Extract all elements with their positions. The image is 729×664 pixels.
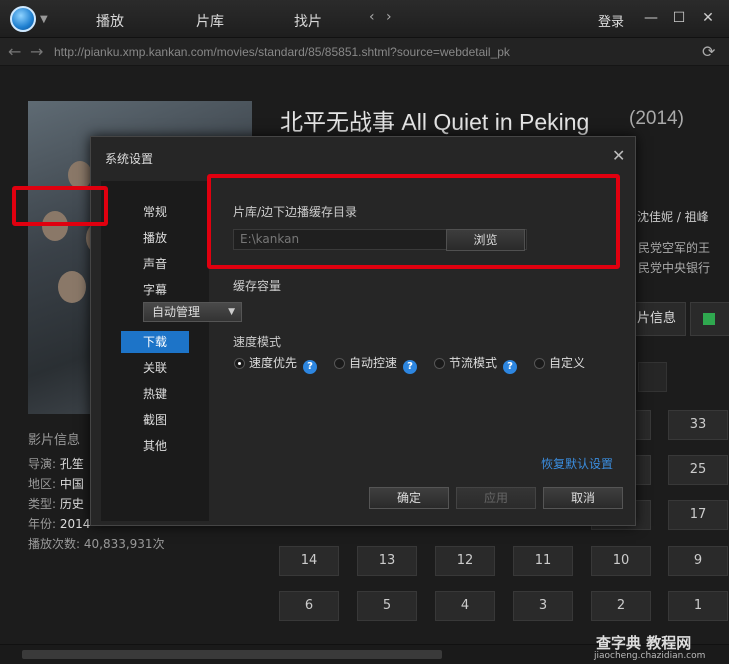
info-heading: 影片信息 [28,433,81,448]
sidebar-item-other[interactable]: 其他 [101,435,209,457]
speed-mode-label: 速度模式 [233,335,282,349]
sidebar-item-subtitles[interactable]: 字幕 [101,279,209,301]
back-arrow-icon[interactable]: ← [8,42,21,61]
cast-text: 沈佳妮 / 祖峰 [637,210,709,224]
radio-speed-first[interactable]: 速度优先? [234,354,318,374]
title-bar: ▼ 播放 片库 找片 ‹ › 登录 — ☐ ✕ [0,0,729,38]
radio-dot[interactable] [534,358,545,369]
history-forward-icon[interactable]: › [386,9,392,25]
forward-arrow-icon[interactable]: → [30,42,43,61]
episode-button[interactable]: 9 [668,546,728,576]
minimize-icon[interactable]: — [642,9,660,27]
dropdown-caret-icon: ▼ [228,307,235,317]
episode-button[interactable]: 11 [513,546,573,576]
sidebar-item-screenshot[interactable]: 截图 [101,409,209,431]
plot-line: 民党中央银行 [638,261,711,275]
episode-button[interactable]: 5 [357,591,417,621]
scrollbar-thumb[interactable] [22,650,442,659]
history-back-icon[interactable]: ‹ [369,9,375,25]
nav-play[interactable]: 播放 [96,11,124,31]
capacity-select[interactable]: 自动管理 ▼ [143,302,242,322]
radio-dot[interactable] [434,358,445,369]
address-bar: ← → http://pianku.xmp.kankan.com/movies/… [0,38,729,66]
help-icon[interactable]: ? [503,360,518,374]
help-icon[interactable]: ? [303,360,318,374]
menu-caret-icon[interactable]: ▼ [40,14,48,25]
meta-region: 地区: 中国 [28,477,84,491]
radio-auto-speed[interactable]: 自动控速? [334,354,418,374]
nav-library[interactable]: 片库 [196,11,224,31]
sidebar-item-hotkeys[interactable]: 热键 [101,383,209,405]
episode-button[interactable]: 1 [668,591,728,621]
dialog-title: 系统设置 [105,152,154,166]
episode-button[interactable]: 12 [435,546,495,576]
episode-button[interactable]: 14 [279,546,339,576]
episode-button[interactable]: 3 [513,591,573,621]
meta-year: 年份: 2014 [28,517,91,531]
cancel-button[interactable]: 取消 [543,487,623,509]
radio-custom[interactable]: 自定义 [534,354,585,370]
sidebar-item-playback[interactable]: 播放 [101,227,209,249]
radio-throttle[interactable]: 节流模式? [434,354,518,374]
episode-button[interactable]: 6 [279,591,339,621]
play-count: 播放次数: 40,833,931次 [28,537,165,551]
login-link[interactable]: 登录 [598,11,624,30]
sidebar-item-sound[interactable]: 声音 [101,253,209,275]
sidebar-item-download[interactable]: 下载 [121,331,189,353]
sidebar-item-general[interactable]: 常规 [101,201,209,223]
episode-button[interactable]: 13 [357,546,417,576]
settings-sidebar: 常规 播放 声音 字幕 画面 下载 关联 热键 截图 其他 [101,181,209,521]
tab-strip [638,362,667,392]
address-url[interactable]: http://pianku.xmp.kankan.com/movies/stan… [54,45,510,59]
green-square-icon [703,313,715,325]
capacity-label: 缓存容量 [233,279,282,293]
highlight-box-cache-dir [207,174,620,269]
close-icon[interactable]: ✕ [699,9,717,27]
green-action-button[interactable] [690,302,729,336]
ok-button[interactable]: 确定 [369,487,449,509]
episode-button[interactable]: 2 [591,591,651,621]
nav-find[interactable]: 找片 [294,11,322,31]
watermark: 查字典 教程网 jiaocheng.chazidian.com [594,634,706,661]
maximize-icon[interactable]: ☐ [670,9,688,27]
help-icon[interactable]: ? [403,360,418,374]
meta-genre: 类型: 历史 [28,497,84,511]
radio-dot[interactable] [334,358,345,369]
plot-line: 民党空军的王 [638,241,711,255]
episode-button[interactable]: 25 [668,455,728,485]
movie-info-button[interactable]: 片信息 [628,302,686,336]
highlight-box-download [12,186,108,226]
dialog-close-icon[interactable]: ✕ [612,146,625,165]
refresh-icon[interactable]: ⟳ [702,42,715,61]
app-logo-icon[interactable] [10,6,36,32]
episode-button[interactable]: 17 [668,500,728,530]
movie-year: (2014) [629,108,684,129]
meta-director: 导演: 孔笙 [28,457,84,471]
apply-button[interactable]: 应用 [456,487,536,509]
radio-dot[interactable] [234,358,245,369]
sidebar-item-association[interactable]: 关联 [101,357,209,379]
restore-defaults-link[interactable]: 恢复默认设置 [541,455,613,472]
episode-button[interactable]: 33 [668,410,728,440]
episode-button[interactable]: 10 [591,546,651,576]
movie-title: 北平无战事 All Quiet in Peking [280,109,590,135]
episode-button[interactable]: 4 [435,591,495,621]
